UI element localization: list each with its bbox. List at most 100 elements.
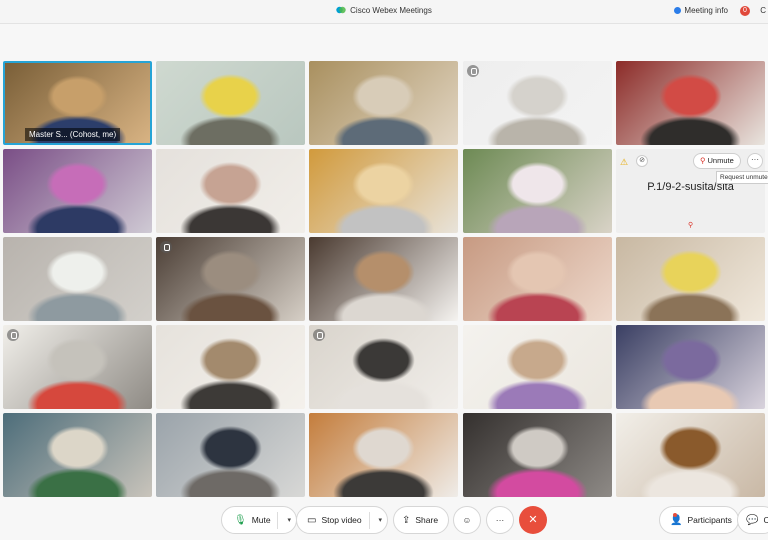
tile-more-button[interactable]: ··· <box>747 153 763 169</box>
participant-video-tile[interactable] <box>156 61 305 145</box>
muted-indicator-icon <box>313 329 325 341</box>
chat-button[interactable]: 💬 Ch <box>737 506 768 534</box>
reactions-button[interactable]: ☺ <box>453 506 481 534</box>
participant-video-feed <box>156 413 305 497</box>
mute-label: Mute <box>251 515 271 525</box>
participant-video-feed <box>616 413 765 497</box>
participant-video-tile[interactable] <box>616 325 765 409</box>
muted-mic-icon: ⊘ <box>636 155 648 167</box>
info-icon <box>674 7 682 14</box>
participant-video-tile[interactable] <box>616 237 765 321</box>
chevron-down-icon[interactable]: ▾ <box>378 516 382 524</box>
participant-video-tile[interactable] <box>156 325 305 409</box>
webex-logo-icon <box>336 6 346 14</box>
ellipsis-icon: ··· <box>495 515 505 525</box>
meeting-controls: 🎙 Mute ▾ ▭ Stop video ▾ ⇪ Share ☺ ··· ✕ … <box>0 502 768 540</box>
share-icon: ⇪ <box>402 514 411 526</box>
participant-video-tile[interactable] <box>616 61 765 145</box>
participant-video-feed <box>156 61 305 145</box>
muted-indicator-icon <box>7 329 19 341</box>
divider <box>369 512 370 529</box>
participant-video-feed <box>463 237 612 321</box>
chat-bubble-icon: 💬 <box>746 514 759 526</box>
participant-video-tile[interactable] <box>309 237 458 321</box>
participant-video-feed <box>463 61 612 145</box>
participant-video-feed <box>156 325 305 409</box>
muted-mic-icon: ⚲ <box>688 222 694 229</box>
titlebar-truncated-item[interactable]: C <box>760 6 766 15</box>
video-camera-icon: ▭ <box>307 514 317 526</box>
title-bar: Cisco Webex Meetings Meeting info 0 C <box>0 0 768 24</box>
participant-video-tile[interactable]: Master S... (Cohost, me) <box>3 61 152 145</box>
meeting-info-label: Meeting info <box>684 6 728 15</box>
participant-video-tile[interactable] <box>3 413 152 497</box>
participant-video-feed <box>463 325 612 409</box>
participant-name: Master S... <box>29 130 68 139</box>
meeting-info-button[interactable]: Meeting info <box>674 6 728 15</box>
participant-video-feed <box>156 149 305 233</box>
more-options-button[interactable]: ··· <box>486 506 514 534</box>
participant-video-tile[interactable] <box>463 413 612 497</box>
participant-video-tile[interactable] <box>309 149 458 233</box>
microphone-icon: 🎙 <box>234 514 247 526</box>
participant-tile-audio-only[interactable]: ⚠ ⊘ ⚲ Unmute ··· P.1/9-2-susita/sita ⚲ <box>616 149 765 233</box>
chevron-down-icon[interactable]: ▾ <box>287 516 291 524</box>
window-title: Cisco Webex Meetings <box>0 6 768 15</box>
share-label: Share <box>415 515 439 525</box>
participant-video-feed <box>3 149 152 233</box>
participant-video-tile[interactable] <box>463 61 612 145</box>
divider <box>277 512 278 529</box>
participant-video-feed <box>309 325 458 409</box>
video-grid: Master S... (Cohost, me) ⚠ ⊘ ⚲ Unmute ··· P.1/… <box>0 58 768 500</box>
participant-role: (Cohost, me) <box>69 130 117 139</box>
participant-video-tile[interactable] <box>156 149 305 233</box>
participant-video-feed <box>156 237 305 321</box>
participant-video-feed <box>309 61 458 145</box>
participant-video-feed <box>3 413 152 497</box>
stop-video-label: Stop video <box>321 515 362 525</box>
participant-video-feed <box>309 413 458 497</box>
participant-video-feed <box>616 61 765 145</box>
participant-video-tile[interactable] <box>463 237 612 321</box>
participant-video-tile[interactable] <box>3 325 152 409</box>
microphone-off-icon: ⚲ <box>700 156 706 165</box>
smiley-icon: ☺ <box>462 515 472 525</box>
participants-label: Participants <box>687 515 732 525</box>
share-button[interactable]: ⇪ Share <box>393 506 449 534</box>
notification-badge[interactable]: 0 <box>740 6 750 16</box>
unmute-button[interactable]: ⚲ Unmute <box>693 153 741 169</box>
participant-video-tile[interactable] <box>309 413 458 497</box>
participant-video-tile[interactable] <box>309 61 458 145</box>
participant-video-tile[interactable] <box>463 325 612 409</box>
participant-video-tile[interactable] <box>463 149 612 233</box>
request-unmute-tooltip: Request unmute <box>716 171 768 184</box>
participant-video-tile[interactable] <box>309 325 458 409</box>
participant-video-feed <box>616 325 765 409</box>
muted-indicator-icon <box>467 65 479 77</box>
mute-button[interactable]: 🎙 Mute ▾ <box>221 506 297 534</box>
muted-indicator-icon <box>160 241 172 253</box>
participant-video-feed <box>463 149 612 233</box>
participant-video-feed <box>463 413 612 497</box>
participant-name-tag: Master S... (Cohost, me) <box>25 128 121 141</box>
participant-video-tile[interactable] <box>3 237 152 321</box>
chat-label: Ch <box>763 515 768 525</box>
warning-icon: ⚠ <box>620 157 629 167</box>
participant-video-tile[interactable] <box>3 149 152 233</box>
leave-meeting-button[interactable]: ✕ <box>519 506 547 534</box>
unmute-label: Unmute <box>707 156 734 165</box>
close-icon: ✕ <box>528 514 538 526</box>
participant-video-feed <box>616 237 765 321</box>
participant-video-tile[interactable] <box>156 413 305 497</box>
participant-video-feed <box>3 237 152 321</box>
participants-alert-dot <box>673 513 677 517</box>
participant-video-feed <box>3 325 152 409</box>
participant-video-tile[interactable] <box>156 237 305 321</box>
webex-window: Cisco Webex Meetings Meeting info 0 C Ma… <box>0 0 768 540</box>
participant-video-feed <box>309 149 458 233</box>
participant-video-tile[interactable] <box>616 413 765 497</box>
participants-button[interactable]: 👤 Participants <box>659 506 739 534</box>
stop-video-button[interactable]: ▭ Stop video ▾ <box>296 506 388 534</box>
window-title-text: Cisco Webex Meetings <box>350 6 432 15</box>
participant-video-feed <box>309 237 458 321</box>
